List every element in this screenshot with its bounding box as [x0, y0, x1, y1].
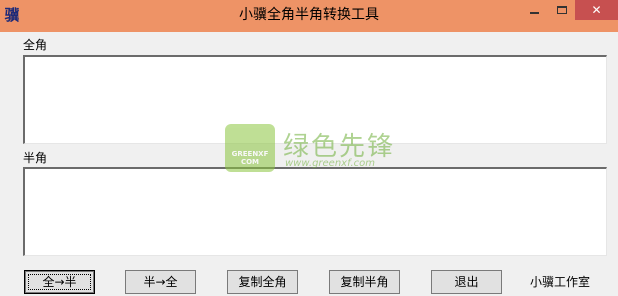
- close-icon: ✕: [591, 3, 602, 17]
- watermark-url: www.greenxf.com: [285, 158, 375, 169]
- minimize-icon: [530, 12, 539, 14]
- title-bar: 骥 小骥全角半角转换工具 ✕: [0, 0, 618, 32]
- convert-half-to-full-button[interactable]: 半→全: [125, 270, 196, 294]
- minimize-button[interactable]: [521, 0, 548, 20]
- studio-credit: 小骥工作室: [530, 275, 591, 289]
- watermark: GREENXF COM 绿色先锋 www.greenxf.com: [225, 124, 415, 176]
- watermark-logo: GREENXF COM: [225, 124, 275, 172]
- halfwidth-textbox[interactable]: [23, 167, 607, 256]
- copy-halfwidth-button[interactable]: 复制半角: [329, 270, 400, 294]
- maximize-icon: [556, 6, 567, 14]
- convert-full-to-half-button[interactable]: 全→半: [24, 270, 95, 294]
- exit-button[interactable]: 退出: [431, 270, 502, 294]
- copy-fullwidth-button[interactable]: 复制全角: [227, 270, 298, 294]
- halfwidth-label: 半角: [23, 151, 48, 165]
- maximize-button[interactable]: [548, 0, 575, 20]
- close-button[interactable]: ✕: [575, 0, 618, 20]
- focus-rect: [28, 274, 91, 290]
- fullwidth-label: 全角: [23, 38, 48, 52]
